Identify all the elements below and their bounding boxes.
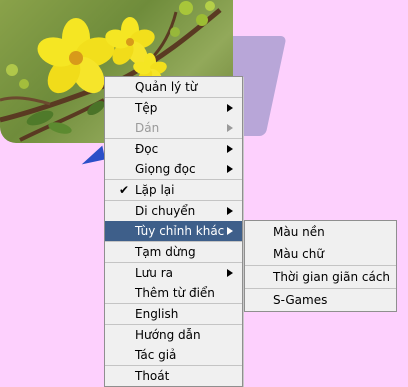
submenu-arrow-icon	[227, 145, 233, 153]
submenu-item-thoi-gian-gian-cach[interactable]: Thời gian giãn cách	[245, 266, 396, 288]
menu-item-label: Dán	[135, 121, 160, 135]
menu-item-label: English	[135, 307, 179, 321]
submenu-item-s-games[interactable]: S-Games	[245, 289, 396, 311]
menu-item-tuy-chinh-khac[interactable]: Tùy chỉnh khác	[105, 221, 242, 241]
submenu-arrow-icon	[227, 104, 233, 112]
menu-item-label: Tạm dừng	[135, 245, 196, 259]
submenu-tuy-chinh-khac: Màu nền Màu chữ Thời gian giãn cách S-Ga…	[244, 220, 397, 312]
submenu-item-mau-chu[interactable]: Màu chữ	[245, 243, 396, 265]
menu-item-label: Màu chữ	[273, 247, 324, 261]
submenu-arrow-icon	[227, 227, 233, 235]
menu-item-quan-ly-tu[interactable]: Quản lý từ	[105, 77, 242, 97]
submenu-arrow-icon	[227, 124, 233, 132]
menu-item-label: Thêm từ điển	[135, 286, 215, 300]
menu-item-dan: Dán	[105, 118, 242, 138]
menu-item-label: Tệp	[135, 101, 158, 115]
check-icon: ✔	[119, 183, 130, 197]
menu-item-di-chuyen[interactable]: Di chuyển	[105, 201, 242, 221]
menu-item-label: Màu nền	[273, 225, 325, 239]
menu-item-giong-doc[interactable]: Giọng đọc	[105, 159, 242, 179]
submenu-arrow-icon	[227, 165, 233, 173]
submenu-arrow-icon	[227, 207, 233, 215]
menu-item-label: Tùy chỉnh khác	[135, 224, 225, 238]
menu-item-label: Quản lý từ	[135, 80, 198, 94]
menu-item-tac-gia[interactable]: Tác giả	[105, 345, 242, 365]
menu-item-label: S-Games	[273, 293, 328, 307]
menu-item-them-tu-dien[interactable]: Thêm từ điển	[105, 283, 242, 303]
menu-item-label: Đọc	[135, 142, 159, 156]
menu-item-label: Thoát	[135, 369, 170, 383]
menu-item-label: Thời gian giãn cách	[273, 270, 391, 284]
menu-item-tep[interactable]: Tệp	[105, 98, 242, 118]
menu-item-huong-dan[interactable]: Hướng dẫn	[105, 325, 242, 345]
menu-item-label: Tác giả	[135, 348, 177, 362]
menu-item-luu-ra[interactable]: Lưu ra	[105, 263, 242, 283]
menu-item-label: Di chuyển	[135, 204, 196, 218]
menu-item-label: Lặp lại	[135, 183, 175, 197]
menu-item-label: Lưu ra	[135, 266, 173, 280]
menu-item-lap-lai[interactable]: ✔ Lặp lại	[105, 180, 242, 200]
menu-item-doc[interactable]: Đọc	[105, 139, 242, 159]
submenu-arrow-icon	[227, 269, 233, 277]
context-menu: Quản lý từ Tệp Dán Đọc Giọng đọc ✔ Lặp lạ…	[104, 76, 243, 387]
menu-item-label: Giọng đọc	[135, 162, 196, 176]
menu-item-tam-dung[interactable]: Tạm dừng	[105, 242, 242, 262]
pointer-decor	[78, 145, 106, 165]
menu-item-thoat[interactable]: Thoát	[105, 366, 242, 386]
menu-item-english[interactable]: English	[105, 304, 242, 324]
menu-item-label: Hướng dẫn	[135, 328, 201, 342]
submenu-item-mau-nen[interactable]: Màu nền	[245, 221, 396, 243]
